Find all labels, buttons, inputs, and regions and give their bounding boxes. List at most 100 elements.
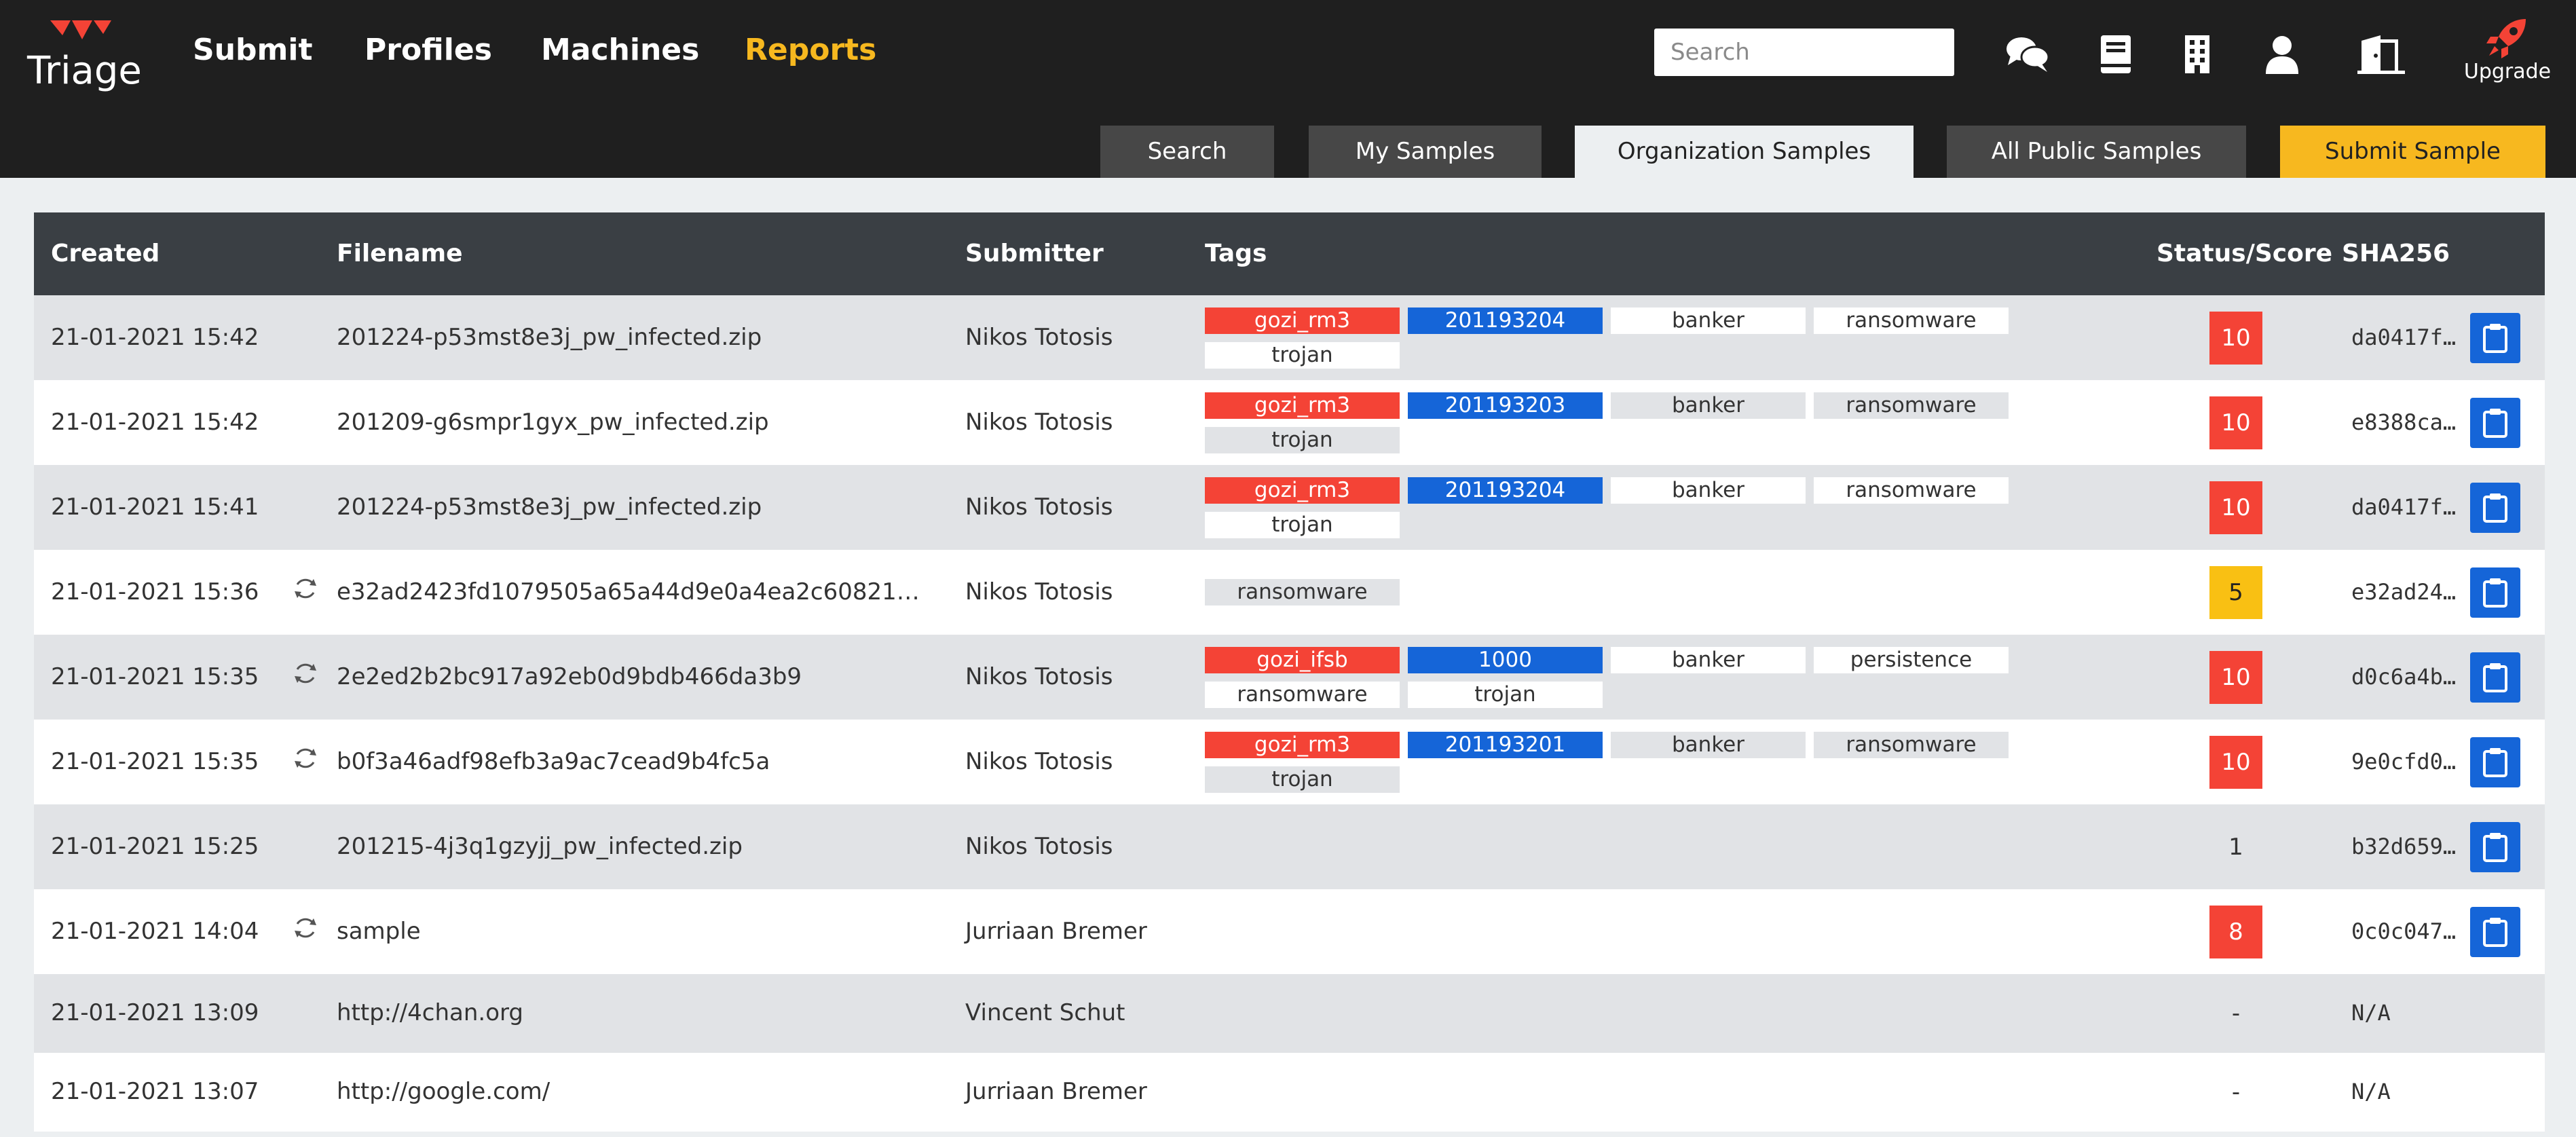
- score-badge: 10: [2209, 650, 2262, 704]
- botnet-tag[interactable]: 201193204: [1408, 477, 1603, 504]
- table-row[interactable]: 21-01-2021 15:42 201224-p53mst8e3j_pw_inf…: [34, 295, 2545, 380]
- filename-link[interactable]: 201215-4j3q1gzyjj_pw_infected.zip: [337, 833, 743, 860]
- tag[interactable]: ransomware: [1814, 307, 2009, 334]
- clipboard-icon: [2483, 663, 2507, 692]
- table-row[interactable]: 21-01-2021 15:36 e32ad2423fd1079505a65a44…: [34, 550, 2545, 635]
- tag[interactable]: trojan: [1408, 682, 1603, 708]
- filename-link[interactable]: 201224-p53mst8e3j_pw_infected.zip: [337, 493, 762, 521]
- refresh-icon: [292, 660, 322, 690]
- tag[interactable]: trojan: [1205, 427, 1400, 453]
- filename-link[interactable]: http://google.com/: [337, 1078, 550, 1105]
- filename-link[interactable]: b0f3a46adf98efb3a9ac7cead9b4fc5a: [337, 748, 770, 775]
- table-row[interactable]: 21-01-2021 15:42 201209-g6smpr1gyx_pw_inf…: [34, 380, 2545, 465]
- search-input[interactable]: [1654, 29, 1954, 76]
- copy-sha-button[interactable]: [2470, 652, 2520, 703]
- col-filename[interactable]: Filename: [337, 212, 463, 295]
- sha256-value: 0c0c047…: [2351, 918, 2457, 944]
- botnet-tag[interactable]: 201193201: [1408, 732, 1603, 758]
- filename-link[interactable]: sample: [337, 918, 421, 945]
- tag[interactable]: ransomware: [1205, 578, 1400, 605]
- copy-sha-button[interactable]: [2470, 821, 2520, 872]
- table-row[interactable]: 21-01-2021 13:07 http://google.com/Jurria…: [34, 1053, 2545, 1132]
- nav-reports[interactable]: Reports: [745, 33, 876, 67]
- sha256-value: d0c6a4b…: [2351, 663, 2457, 690]
- submit-sample-button[interactable]: Submit Sample: [2280, 126, 2545, 178]
- submitter-cell: Nikos Totosis: [965, 578, 1113, 605]
- family-tag[interactable]: gozi_rm3: [1205, 477, 1400, 504]
- triage-logo[interactable]: Triage: [27, 20, 143, 93]
- filename-link[interactable]: http://4chan.org: [337, 999, 523, 1026]
- col-submitter[interactable]: Submitter: [965, 212, 1104, 295]
- tag[interactable]: trojan: [1205, 512, 1400, 538]
- col-tags[interactable]: Tags: [1205, 212, 1267, 295]
- table-row[interactable]: 21-01-2021 14:04 sample Jurriaan Bremer 8 0c…: [34, 889, 2545, 974]
- tag[interactable]: trojan: [1205, 342, 1400, 369]
- nav-submit[interactable]: Submit: [193, 33, 312, 67]
- organization-icon[interactable]: [2170, 27, 2224, 81]
- family-tag[interactable]: gozi_rm3: [1205, 392, 1400, 419]
- tag[interactable]: ransomware: [1814, 477, 2009, 504]
- docs-icon[interactable]: [2089, 27, 2143, 81]
- filename-link[interactable]: 2e2ed2b2bc917a92eb0d9bdb466da3b9: [337, 663, 802, 690]
- tag[interactable]: trojan: [1205, 766, 1400, 793]
- tag[interactable]: persistence: [1814, 647, 2009, 673]
- copy-sha-button[interactable]: [2470, 312, 2520, 363]
- logout-icon[interactable]: [2354, 27, 2408, 81]
- refresh-icon: [292, 914, 322, 944]
- filename-link[interactable]: e32ad2423fd1079505a65a44d9e0a4ea2c608213…: [337, 578, 934, 605]
- tag[interactable]: banker: [1611, 392, 1806, 419]
- tab-organization-samples[interactable]: Organization Samples: [1575, 126, 1914, 178]
- botnet-tag[interactable]: 201193203: [1408, 392, 1603, 419]
- tab-all-public-samples[interactable]: All Public Samples: [1947, 126, 2246, 178]
- tab-my-samples[interactable]: My Samples: [1309, 126, 1542, 178]
- submitter-cell: Nikos Totosis: [965, 323, 1113, 351]
- chat-icon[interactable]: [2000, 27, 2055, 81]
- nav-machines[interactable]: Machines: [541, 33, 699, 67]
- tag[interactable]: banker: [1611, 732, 1806, 758]
- table-row[interactable]: 21-01-2021 15:41 201224-p53mst8e3j_pw_inf…: [34, 465, 2545, 550]
- tag-list: gozi_ifsb 1000 banker persistence ransomware…: [1205, 647, 2019, 708]
- family-tag[interactable]: gozi_ifsb: [1205, 647, 1400, 673]
- tag-list: gozi_rm3 201193201 banker ransomware trojan: [1205, 732, 2019, 793]
- copy-sha-button[interactable]: [2470, 482, 2520, 533]
- tab-search[interactable]: Search: [1100, 126, 1274, 178]
- nav-profiles[interactable]: Profiles: [365, 33, 492, 67]
- copy-sha-button[interactable]: [2470, 397, 2520, 448]
- score-badge: -: [2231, 1079, 2241, 1106]
- tag-list: gozi_rm3 201193203 banker ransomware trojan: [1205, 392, 2019, 453]
- col-sha256[interactable]: SHA256: [2342, 212, 2450, 295]
- botnet-tag[interactable]: 201193204: [1408, 307, 1603, 334]
- copy-sha-button[interactable]: [2470, 737, 2520, 787]
- tag[interactable]: banker: [1611, 477, 1806, 504]
- col-status-score[interactable]: Status/Score: [2157, 212, 2332, 295]
- table-row[interactable]: 21-01-2021 15:25 201215-4j3q1gzyjj_pw_inf…: [34, 804, 2545, 889]
- tag-list: gozi_rm3 201193204 banker ransomware trojan: [1205, 307, 2019, 369]
- copy-sha-button[interactable]: [2470, 906, 2520, 957]
- created-cell: 21-01-2021 15:35: [51, 747, 259, 775]
- family-tag[interactable]: gozi_rm3: [1205, 307, 1400, 334]
- tag[interactable]: ransomware: [1205, 682, 1400, 708]
- botnet-tag[interactable]: 1000: [1408, 647, 1603, 673]
- tag[interactable]: ransomware: [1814, 732, 2009, 758]
- tag-list: gozi_rm3 201193204 banker ransomware trojan: [1205, 477, 2019, 538]
- table-body: 21-01-2021 15:42 201224-p53mst8e3j_pw_inf…: [34, 295, 2545, 1132]
- score-badge: 10: [2209, 735, 2262, 789]
- copy-sha-button[interactable]: [2470, 567, 2520, 618]
- table-row[interactable]: 21-01-2021 15:35 2e2ed2b2bc917a92eb0d9bdb…: [34, 635, 2545, 720]
- upgrade-button[interactable]: Upgrade: [2453, 16, 2562, 91]
- family-tag[interactable]: gozi_rm3: [1205, 732, 1400, 758]
- table-row[interactable]: 21-01-2021 15:35 b0f3a46adf98efb3a9ac7cea…: [34, 720, 2545, 804]
- created-cell: 21-01-2021 15:36: [51, 578, 259, 605]
- tag[interactable]: ransomware: [1814, 392, 2009, 419]
- clipboard-icon: [2483, 323, 2507, 353]
- col-created[interactable]: Created: [51, 212, 160, 295]
- upgrade-label: Upgrade: [2463, 60, 2552, 83]
- sha256-value: N/A: [2351, 1079, 2391, 1104]
- clipboard-icon: [2483, 493, 2507, 523]
- table-row[interactable]: 21-01-2021 13:09 http://4chan.org Vincent …: [34, 974, 2545, 1053]
- filename-link[interactable]: 201224-p53mst8e3j_pw_infected.zip: [337, 324, 762, 351]
- tag[interactable]: banker: [1611, 647, 1806, 673]
- filename-link[interactable]: 201209-g6smpr1gyx_pw_infected.zip: [337, 409, 769, 436]
- user-icon[interactable]: [2255, 27, 2309, 81]
- tag[interactable]: banker: [1611, 307, 1806, 334]
